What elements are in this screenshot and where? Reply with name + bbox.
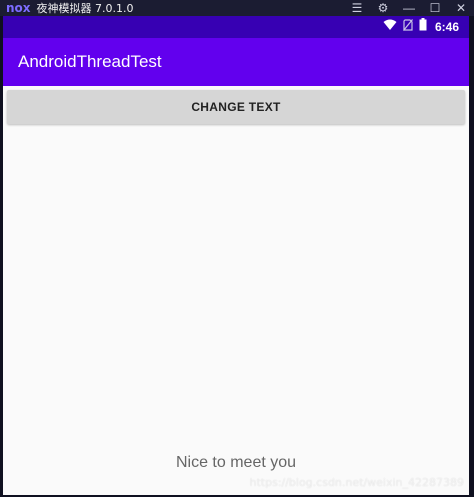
no-sim-icon — [403, 18, 413, 36]
window-controls: ☰ ⚙ — ☐ ✕ — [350, 0, 468, 16]
change-text-button[interactable]: CHANGE TEXT — [7, 90, 465, 124]
settings-icon[interactable]: ⚙ — [376, 1, 390, 15]
watermark: https://blog.csdn.net/weixin_42287389 — [249, 476, 464, 489]
nox-logo: nox — [6, 1, 31, 15]
emulator-title: 夜神模拟器 7.0.1.0 — [36, 2, 134, 15]
main-content: CHANGE TEXT Nice to meet you — [3, 86, 469, 495]
close-icon[interactable]: ✕ — [454, 1, 468, 15]
message-text: Nice to meet you — [175, 454, 297, 471]
app-title: AndroidThreadTest — [18, 52, 162, 71]
frame-left — [0, 16, 3, 497]
emulator-titlebar: nox 夜神模拟器 7.0.1.0 ☰ ⚙ — ☐ ✕ — [0, 0, 474, 16]
minimize-icon[interactable]: — — [402, 1, 416, 15]
app-toolbar: AndroidThreadTest — [3, 38, 469, 86]
battery-icon — [419, 18, 427, 36]
frame-right — [469, 16, 474, 497]
wifi-icon — [383, 18, 397, 36]
maximize-icon[interactable]: ☐ — [428, 1, 442, 15]
status-time: 6:46 — [434, 20, 459, 34]
menu-icon[interactable]: ☰ — [350, 1, 364, 15]
android-status-bar: 6:46 — [3, 16, 469, 38]
